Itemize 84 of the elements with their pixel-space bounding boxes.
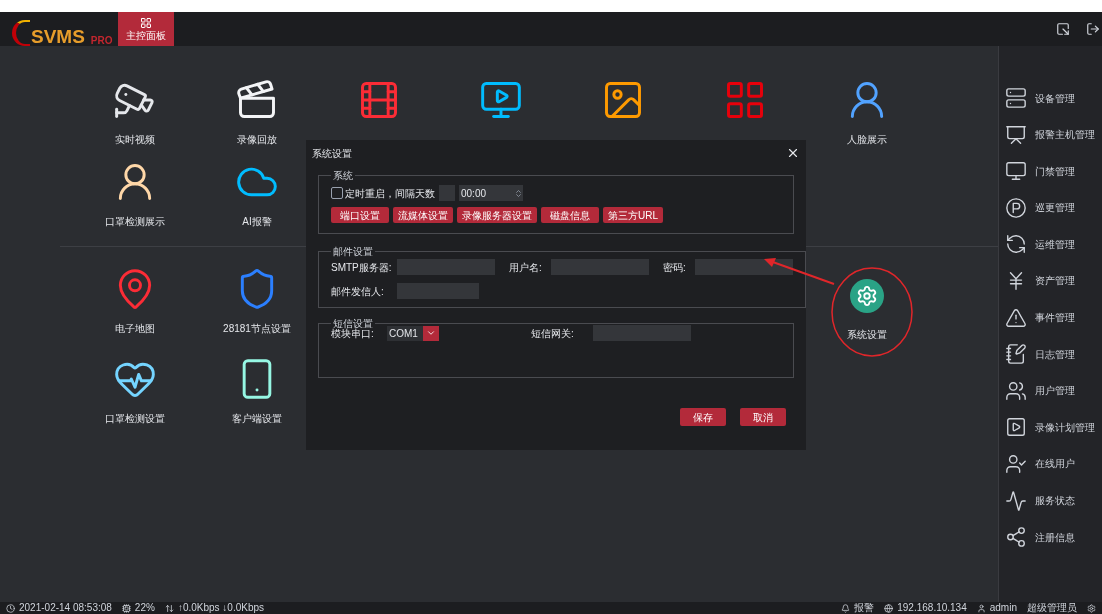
main-panel-tab[interactable]: 主控面板: [118, 12, 174, 46]
sidebar-item[interactable]: 资产管理: [1005, 268, 1102, 293]
sidebar-item[interactable]: 服务状态: [1005, 488, 1102, 513]
sidebar-item[interactable]: 巡更管理: [1005, 195, 1102, 220]
cpu-icon: [121, 603, 131, 613]
sidebar-item[interactable]: 录像计划管理: [1005, 415, 1102, 440]
user-name: admin: [989, 603, 1017, 613]
warning-icon: [1005, 306, 1027, 329]
clock-icon: [6, 603, 15, 613]
field-label: 用户名:: [508, 260, 543, 275]
users-icon: [1005, 379, 1027, 402]
restart-checkbox[interactable]: [331, 187, 343, 199]
sidebar-item[interactable]: 日志管理: [1005, 342, 1102, 367]
user-check-icon: [1005, 452, 1027, 475]
settings-button[interactable]: 磁盘信息: [541, 207, 599, 223]
window-icon[interactable]: [1056, 22, 1070, 36]
pulse-icon: [1005, 489, 1027, 512]
section-title: 邮件设置: [332, 245, 374, 259]
cancel-button[interactable]: 取消: [740, 408, 786, 426]
annotation-arrow: [764, 258, 835, 285]
field-label: 密码:: [662, 260, 687, 275]
settings-button[interactable]: 端口设置: [331, 207, 389, 223]
alarm-label: 报警: [854, 603, 875, 613]
tile-label[interactable]: 客户端设置: [232, 411, 282, 426]
input-field[interactable]: [593, 325, 691, 341]
caret-icon: [423, 325, 439, 341]
dialog-title: 系统设置: [312, 146, 352, 161]
tile-label[interactable]: 28181节点设置: [223, 321, 291, 336]
tile-label[interactable]: 人脸展示: [847, 132, 887, 147]
user-icon: [976, 603, 986, 613]
status-time: 2021-02-14 08:53:08: [19, 603, 112, 613]
tile-label[interactable]: 口罩检测展示: [105, 214, 165, 229]
settings-button[interactable]: 流媒体设置: [393, 207, 453, 223]
settings-icon[interactable]: [850, 279, 884, 313]
port-select[interactable]: COM1: [387, 325, 439, 341]
monitor-icon: [1005, 160, 1027, 183]
server-icon: [1005, 87, 1027, 109]
parking-icon: [1005, 196, 1027, 219]
sidebar-item[interactable]: 报警主机管理: [1005, 122, 1102, 147]
restart-label: 定时重启，间隔天数: [345, 186, 435, 201]
alarm-icon: [841, 603, 851, 613]
tile-label[interactable]: 口罩检测设置: [105, 411, 165, 426]
chart-board-icon: [1005, 123, 1027, 146]
tile-label[interactable]: AI报警: [242, 214, 272, 229]
close-icon[interactable]: [786, 146, 800, 160]
tile-label[interactable]: 录像回放: [237, 132, 277, 147]
tile-label[interactable]: 系统设置: [847, 327, 887, 342]
network-icon: [164, 603, 174, 613]
input-field[interactable]: [695, 259, 793, 275]
cpu-usage: 22%: [134, 603, 155, 613]
settings-button[interactable]: 录像服务器设置: [457, 207, 537, 223]
grid-icon: [140, 17, 152, 29]
settings-button[interactable]: 第三方URL: [603, 207, 663, 223]
settings-icon[interactable]: [1087, 603, 1096, 613]
sidebar-item[interactable]: 用户管理: [1005, 378, 1102, 403]
tile-label[interactable]: 电子地图: [115, 321, 155, 336]
time-field[interactable]: 00:00: [459, 185, 523, 201]
user-role: 超级管理员: [1027, 603, 1077, 613]
input-field[interactable]: [551, 259, 649, 275]
sidebar-item[interactable]: 注册信息: [1005, 525, 1102, 550]
ip-address: 192.168.10.134: [897, 603, 967, 613]
exit-icon[interactable]: [1086, 22, 1100, 36]
field-label: SMTP服务器:: [331, 260, 393, 275]
interval-days-field[interactable]: [439, 185, 455, 201]
save-button[interactable]: 保存: [680, 408, 726, 426]
input-field[interactable]: [397, 259, 495, 275]
input-field[interactable]: [397, 283, 479, 299]
field-label: 邮件发信人:: [331, 284, 385, 299]
tile-label[interactable]: 实时视频: [115, 132, 155, 147]
notebook-pen-icon: [1005, 343, 1027, 366]
section-title: 系统: [332, 169, 354, 183]
sidebar-item[interactable]: 运维管理: [1005, 232, 1102, 257]
sidebar-item[interactable]: 设备管理: [1005, 86, 1102, 110]
ip-icon: [884, 603, 894, 613]
refresh-icon: [1005, 233, 1027, 256]
section-title: 短信设置: [332, 317, 374, 329]
sidebar-item[interactable]: 门禁管理: [1005, 159, 1102, 184]
spinner-icon[interactable]: [514, 188, 523, 198]
field-label: 短信网关:: [531, 326, 575, 341]
network-speed: ↑0.0Kbps ↓0.0Kbps: [177, 603, 265, 613]
share-icon: [1005, 526, 1027, 549]
play-square-icon: [1005, 416, 1027, 439]
sidebar-item[interactable]: 在线用户: [1005, 451, 1102, 476]
sidebar-item[interactable]: 事件管理: [1005, 305, 1102, 330]
